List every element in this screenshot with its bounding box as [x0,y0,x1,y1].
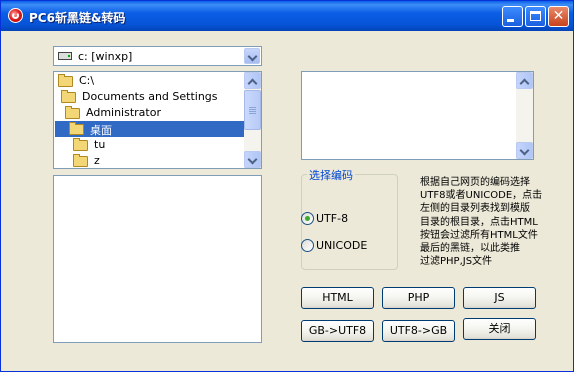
window-title: PC6斩黑链&转码 [29,11,126,25]
help-line: 左侧的目录列表找到模版 [420,203,530,215]
maximize-button[interactable] [525,6,546,27]
help-text: 根据自己网页的编码选择 UTF8或者UNICODE，点击 左侧的目录列表找到模版… [420,176,560,268]
folder-icon [73,154,88,167]
drive-select-value: c: [winxp] [78,50,133,63]
gb-to-utf8-button[interactable]: GB->UTF8 [301,320,374,342]
chevron-up-icon [519,78,530,89]
file-list[interactable] [53,175,262,343]
title-bar[interactable]: PC6斩黑链&转码 ✕ [1,1,573,31]
folder-label: z [94,154,100,167]
folder-label: C:\ [79,74,95,87]
chevron-down-icon [519,145,530,156]
app-icon[interactable] [8,8,23,23]
open-folder-icon [69,122,84,135]
scroll-down-button[interactable] [516,142,533,159]
close-button[interactable]: 关闭 [463,318,536,340]
folder-icon [73,138,88,151]
radio-checked-icon [301,212,314,225]
chevron-down-icon [247,154,258,165]
drive-dropdown-button[interactable] [244,48,260,64]
radio-unchecked-icon [301,239,314,252]
scroll-down-button[interactable] [244,151,261,168]
help-line: 根据自己网页的编码选择 [420,177,530,188]
help-line: UTF8或者UNICODE，点击 [420,190,543,202]
open-folder-icon [61,90,76,103]
folder-label: 桌面 [90,124,112,137]
chevron-down-icon [247,51,258,62]
folder-label: Documents and Settings [82,90,218,103]
open-folder-icon [58,74,73,87]
close-window-button[interactable]: ✕ [548,6,569,27]
open-folder-icon [65,106,80,119]
php-button[interactable]: PHP [382,287,455,309]
directory-scrollbar[interactable] [244,72,261,168]
drive-select[interactable]: c: [winxp] [53,46,262,66]
scroll-thumb[interactable] [244,90,261,130]
radio-unicode-label: UNICODE [316,239,368,252]
output-textarea[interactable] [301,71,534,160]
directory-list[interactable]: C:\ Documents and Settings Administrator… [53,71,262,169]
folder-label: Administrator [86,106,161,119]
scroll-up-button[interactable] [244,72,261,89]
scroll-up-button[interactable] [516,72,533,89]
help-line: 按钮会过滤所有HTML文件 [420,229,538,241]
help-line: 过滤PHP,JS文件 [420,256,493,268]
minimize-icon [507,19,514,22]
minimize-button[interactable] [502,6,523,27]
drive-icon [58,52,72,60]
js-button[interactable]: JS [463,287,536,309]
chevron-up-icon [247,78,258,89]
main-window: PC6斩黑链&转码 ✕ c: [winxp] C:\ Documents and… [0,0,574,372]
encoding-group-title: 选择编码 [307,167,355,183]
help-line: 最后的黑链，以此类推 [420,243,520,255]
maximize-icon [530,11,541,21]
utf8-to-gb-button[interactable]: UTF8->GB [382,320,455,342]
close-icon: ✕ [552,8,565,24]
output-scrollbar[interactable] [516,72,533,159]
help-line: 目录的根目录，点击HTML [420,216,538,228]
html-button[interactable]: HTML [301,287,374,309]
folder-label: tu [94,138,106,151]
radio-utf8-label: UTF-8 [316,212,349,225]
folder-item-selected[interactable]: 桌面 [55,121,244,137]
